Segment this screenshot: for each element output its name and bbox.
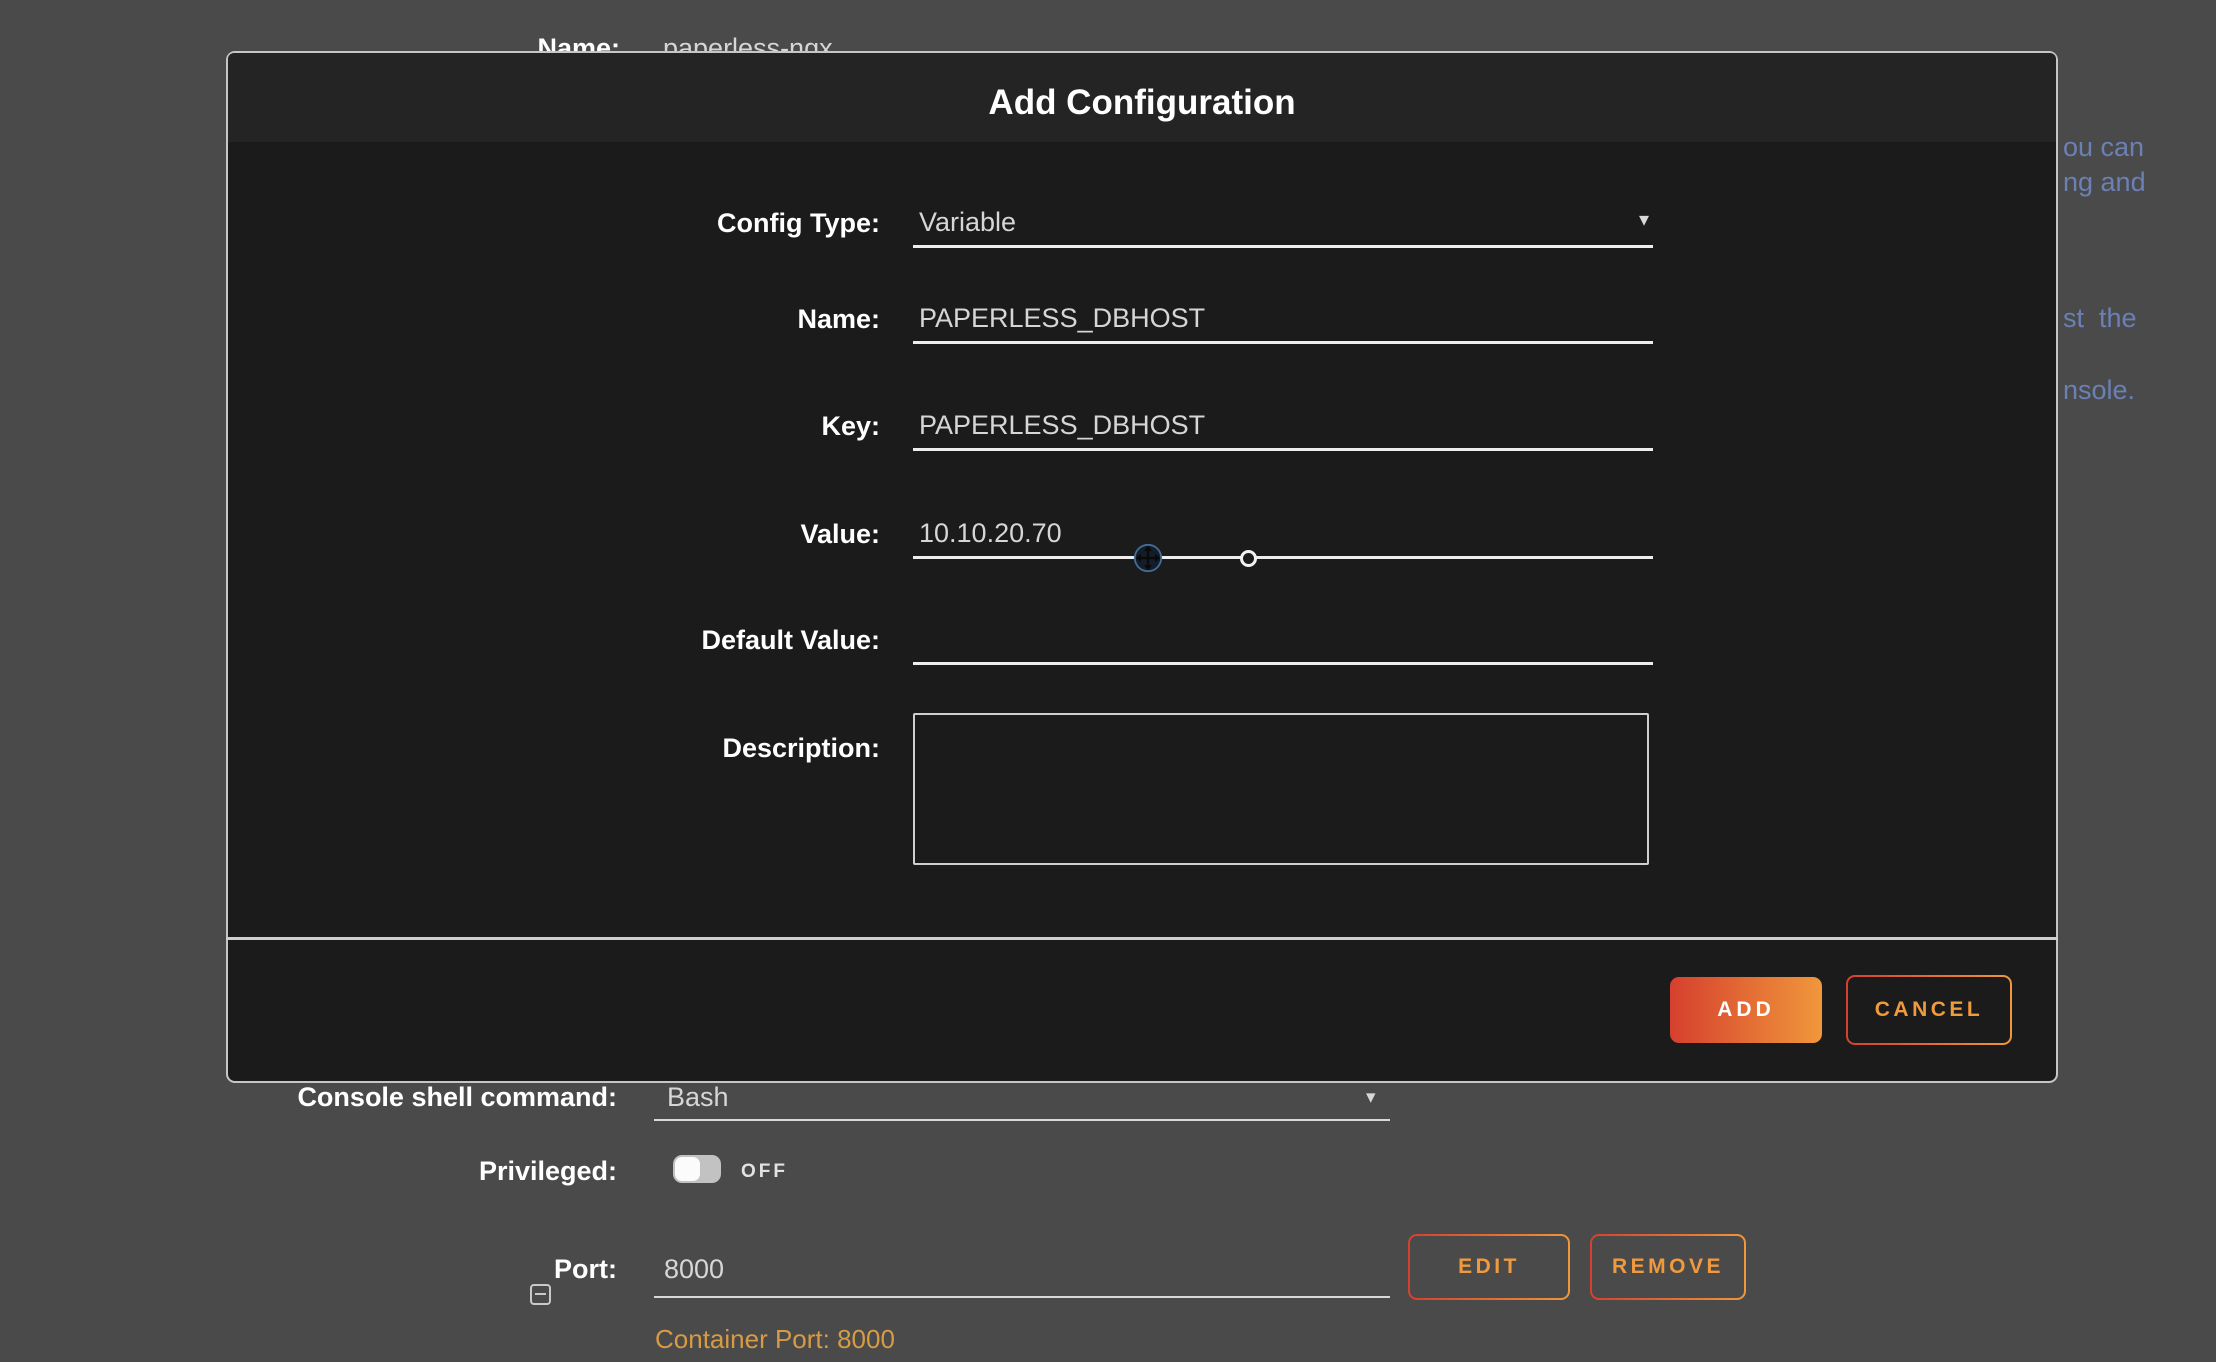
value-input[interactable]: 10.10.20.70	[913, 513, 1653, 559]
key-value: PAPERLESS_DBHOST	[919, 410, 1205, 441]
key-label: Key:	[508, 411, 880, 442]
privileged-state-text: OFF	[741, 1161, 788, 1183]
key-input[interactable]: PAPERLESS_DBHOST	[913, 405, 1653, 451]
help-text-fragment: ou can	[2063, 132, 2144, 163]
move-cursor-icon	[1133, 543, 1163, 573]
footer-divider	[226, 937, 2058, 940]
port-value-field[interactable]: 8000	[664, 1254, 724, 1285]
collapse-port-icon[interactable]	[530, 1284, 551, 1305]
name-input[interactable]: PAPERLESS_DBHOST	[913, 298, 1653, 344]
toggle-knob	[675, 1157, 700, 1181]
console-shell-command-label: Console shell command:	[217, 1082, 617, 1113]
dialog-title: Add Configuration	[988, 83, 1295, 123]
help-text-fragment: st the	[2063, 303, 2137, 334]
name-value: PAPERLESS_DBHOST	[919, 303, 1205, 334]
help-text-fragment: ng and	[2063, 167, 2146, 198]
console-shell-command-select[interactable]: Bash	[667, 1082, 729, 1113]
value-label: Value:	[508, 519, 880, 550]
chevron-down-icon: ▾	[1639, 210, 1649, 230]
config-type-value: Variable	[919, 207, 1016, 238]
config-type-select[interactable]: Variable ▾	[913, 202, 1653, 248]
value-value: 10.10.20.70	[919, 518, 1062, 549]
help-text-fragment: nsole.	[2063, 375, 2135, 406]
container-port-note: Container Port: 8000	[655, 1324, 895, 1355]
cancel-button[interactable]: CANCEL	[1846, 975, 2012, 1045]
dialog-header: Add Configuration	[228, 53, 2056, 142]
port-label: Port:	[417, 1254, 617, 1285]
default-value-input[interactable]	[913, 619, 1653, 665]
privileged-label: Privileged:	[217, 1156, 617, 1187]
click-point-icon	[1240, 550, 1257, 567]
page: { "background": { "top_row": { "label": …	[0, 0, 2216, 1362]
description-label: Description:	[508, 733, 880, 764]
config-type-label: Config Type:	[508, 208, 880, 239]
remove-port-button[interactable]: REMOVE	[1590, 1234, 1746, 1300]
edit-port-button[interactable]: EDIT	[1408, 1234, 1570, 1300]
default-value-label: Default Value:	[508, 625, 880, 656]
name-label: Name:	[508, 304, 880, 335]
description-textarea[interactable]	[913, 713, 1649, 865]
console-shell-command-underline	[654, 1119, 1390, 1121]
add-button[interactable]: ADD	[1670, 977, 1822, 1043]
chevron-down-icon[interactable]: ▾	[1366, 1088, 1376, 1107]
privileged-toggle[interactable]	[673, 1155, 721, 1183]
port-underline	[654, 1296, 1390, 1298]
